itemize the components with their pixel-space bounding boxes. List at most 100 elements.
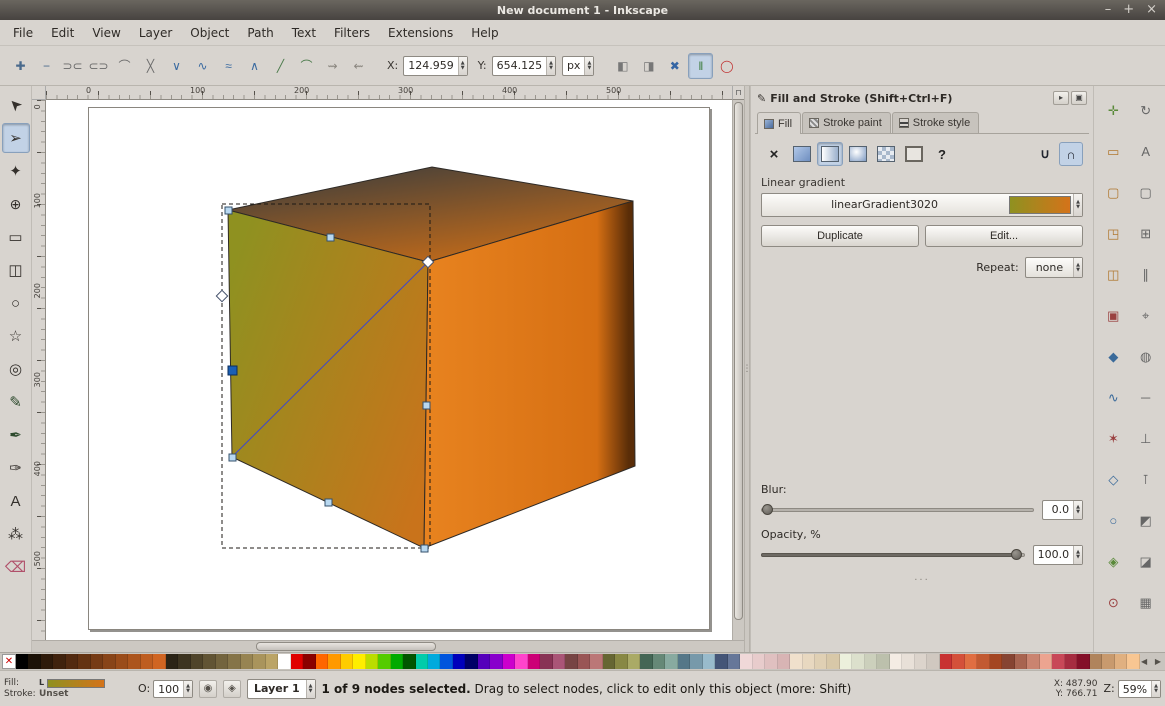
palette-swatch[interactable] xyxy=(790,654,802,669)
text-tool[interactable]: A xyxy=(2,486,30,516)
palette-swatch[interactable] xyxy=(990,654,1002,669)
palette-swatch[interactable] xyxy=(915,654,927,669)
paint-flat-button[interactable] xyxy=(789,142,815,166)
edit-gradient-button[interactable]: Edit... xyxy=(925,225,1083,247)
palette-swatch[interactable] xyxy=(78,654,90,669)
tweak-tool[interactable]: ✦ xyxy=(2,156,30,186)
spiral-tool[interactable]: ◎ xyxy=(2,354,30,384)
palette-swatch[interactable] xyxy=(278,654,290,669)
palette-swatch[interactable] xyxy=(403,654,415,669)
menu-item[interactable]: File xyxy=(4,21,42,45)
palette-swatch[interactable] xyxy=(291,654,303,669)
snap-others-button[interactable]: ⌖ xyxy=(1133,303,1159,329)
auto-node-button[interactable]: ∧ xyxy=(242,53,267,79)
paint-none-button[interactable]: × xyxy=(761,142,787,166)
palette-swatch[interactable] xyxy=(203,654,215,669)
palette-swatch[interactable] xyxy=(890,654,902,669)
palette-swatch[interactable] xyxy=(553,654,565,669)
palette-swatch[interactable] xyxy=(128,654,140,669)
palette-swatch[interactable] xyxy=(1077,654,1089,669)
palette-swatch[interactable] xyxy=(228,654,240,669)
rectangle-tool[interactable]: ▭ xyxy=(2,222,30,252)
palette-swatch[interactable] xyxy=(490,654,502,669)
fill-rule-nonzero-button[interactable]: ∩ xyxy=(1059,142,1083,166)
palette-swatch[interactable] xyxy=(16,654,28,669)
layer-visibility-toggle[interactable]: ◉ xyxy=(199,680,217,698)
snap-center-button[interactable]: ⊙ xyxy=(1100,590,1126,616)
y-coordinate-input[interactable]: 654.125 ▲▼ xyxy=(492,56,556,76)
layer-stepper[interactable]: ▲▼ xyxy=(306,680,315,698)
snap-grid-button[interactable]: ⊞ xyxy=(1133,221,1159,247)
palette-swatch[interactable] xyxy=(1127,654,1139,669)
palette-swatch[interactable] xyxy=(977,654,989,669)
palette-swatch[interactable] xyxy=(840,654,852,669)
snap-perpendicular-button[interactable]: ⊥ xyxy=(1133,426,1159,452)
join-segment-button[interactable]: ⌒ xyxy=(112,53,137,79)
node-tool[interactable]: ➢ xyxy=(2,123,30,153)
snap-clip-button[interactable]: ◪ xyxy=(1133,549,1159,575)
snap-mask-button[interactable]: ◩ xyxy=(1133,508,1159,534)
delete-node-button[interactable]: − xyxy=(34,53,59,79)
palette-swatch[interactable] xyxy=(465,654,477,669)
palette-swatch[interactable] xyxy=(952,654,964,669)
gradient-select-stepper[interactable]: ▲▼ xyxy=(1073,194,1082,216)
palette-scroll-left[interactable]: ◀ xyxy=(1141,657,1147,666)
palette-swatch[interactable] xyxy=(141,654,153,669)
palette-swatch[interactable] xyxy=(902,654,914,669)
palette-swatch[interactable] xyxy=(827,654,839,669)
menu-item[interactable]: Edit xyxy=(42,21,83,45)
palette-swatch[interactable] xyxy=(703,654,715,669)
horizontal-ruler[interactable]: 0100200300400500 xyxy=(46,86,732,100)
show-mask-button[interactable]: ◨ xyxy=(636,53,661,79)
palette-swatch[interactable] xyxy=(53,654,65,669)
palette-swatch[interactable] xyxy=(103,654,115,669)
dock-resize-grip[interactable]: ··· xyxy=(761,573,1083,652)
calligraphy-tool[interactable]: ✑ xyxy=(2,453,30,483)
show-path-outline-button[interactable]: ◯ xyxy=(714,53,739,79)
snap-enable-button[interactable]: ✛ xyxy=(1100,98,1126,124)
palette-swatch[interactable] xyxy=(191,654,203,669)
palette-scroll-right[interactable]: ▶ xyxy=(1155,657,1161,666)
show-clip-button[interactable]: ◧ xyxy=(610,53,635,79)
vertical-ruler[interactable]: 0100200300400500 xyxy=(32,100,46,640)
selector-tool[interactable]: ➤ xyxy=(2,90,30,120)
blur-slider-handle[interactable] xyxy=(762,504,773,515)
palette-swatch[interactable] xyxy=(1102,654,1114,669)
paint-unknown-button[interactable]: ? xyxy=(929,142,955,166)
snap-node-button[interactable]: ◆ xyxy=(1100,344,1126,370)
palette-swatch[interactable] xyxy=(440,654,452,669)
opacity-stepper[interactable]: ▲▼ xyxy=(1073,546,1082,564)
y-stepper[interactable]: ▲▼ xyxy=(546,57,555,75)
palette-swatch[interactable] xyxy=(765,654,777,669)
insert-node-button[interactable]: ✚ xyxy=(8,53,33,79)
dock-collapse-button[interactable]: ▸ xyxy=(1053,91,1069,105)
zoom-stepper[interactable]: ▲▼ xyxy=(1151,681,1160,697)
snap-text-baseline-button[interactable]: A xyxy=(1133,139,1159,165)
eraser-tool[interactable]: ⌫ xyxy=(2,552,30,582)
palette-swatch[interactable] xyxy=(778,654,790,669)
palette-swatch[interactable] xyxy=(153,654,165,669)
opacity-slider[interactable] xyxy=(761,548,1025,562)
unit-select[interactable]: px ▲▼ xyxy=(562,56,594,76)
palette-swatch[interactable] xyxy=(940,654,952,669)
palette-swatch[interactable] xyxy=(241,654,253,669)
tab-stroke-paint[interactable]: Stroke paint xyxy=(802,112,891,133)
palette-swatch[interactable] xyxy=(1027,654,1039,669)
palette-swatch[interactable] xyxy=(1065,654,1077,669)
layer-lock-toggle[interactable]: ◈ xyxy=(223,680,241,698)
snap-edge-midpoint-button[interactable]: ─ xyxy=(1133,385,1159,411)
ellipse-tool[interactable]: ○ xyxy=(2,288,30,318)
palette-swatch[interactable] xyxy=(728,654,740,669)
vertical-scrollbar-thumb[interactable] xyxy=(734,102,743,620)
opacity-input[interactable]: 100.0 ▲▼ xyxy=(1033,545,1083,565)
show-transform-handles-button[interactable]: ✖ xyxy=(662,53,687,79)
palette-swatch[interactable] xyxy=(503,654,515,669)
palette-swatch[interactable] xyxy=(603,654,615,669)
palette-swatch[interactable] xyxy=(665,654,677,669)
palette-swatch[interactable] xyxy=(328,654,340,669)
canvas[interactable] xyxy=(46,100,732,640)
corner-node-button[interactable]: ∨ xyxy=(164,53,189,79)
palette-swatch[interactable] xyxy=(1015,654,1027,669)
blur-stepper[interactable]: ▲▼ xyxy=(1073,501,1082,519)
symmetric-node-button[interactable]: ≈ xyxy=(216,53,241,79)
